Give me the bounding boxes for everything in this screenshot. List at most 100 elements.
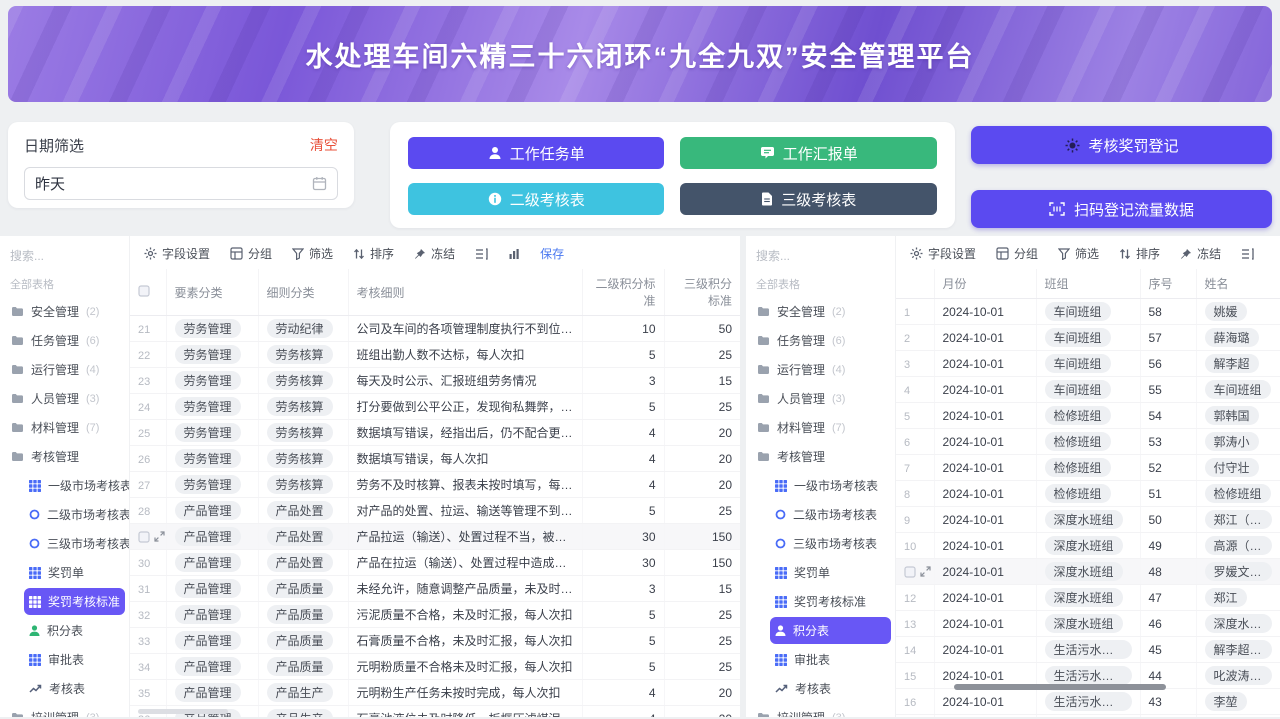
level3-assessment-button[interactable]: 三级考核表 [680,183,937,215]
sidebar-item-培训管理[interactable]: 培训管理(3) [752,704,891,717]
sidebar-item-人员管理[interactable]: 人员管理(3) [6,385,125,412]
table-row[interactable]: 26劳务管理劳务核算数据填写错误，每人次扣420 [130,446,740,472]
sidebar-item-安全管理[interactable]: 安全管理(2) [6,298,125,325]
sidebar-item-奖罚单[interactable]: 奖罚单 [770,559,891,586]
col-header-score3[interactable]: 三级积分标准 [664,269,740,316]
tree-search-input[interactable]: 搜索... [6,244,125,270]
table-row[interactable]: 33产品管理产品质量石膏质量不合格，未及时汇报，每人次扣525 [130,628,740,654]
sidebar-item-材料管理[interactable]: 材料管理(7) [6,414,125,441]
table-row[interactable]: 62024-10-01检修班组53郭涛小 [896,429,1280,455]
table-row[interactable]: 32产品管理产品质量污泥质量不合格，未及时汇报，每人次扣525 [130,602,740,628]
tool-筛选[interactable]: 筛选 [292,245,333,262]
tool-chart-bar-icon[interactable] [508,248,520,260]
table-row[interactable]: 24劳务管理劳务核算打分要做到公平公正，发现徇私舞弊，打人情分，每人次扣525 [130,394,740,420]
tool-排序[interactable]: 排序 [353,245,394,262]
table-row[interactable]: 92024-10-01深度水班组50郑江（运） [896,507,1280,533]
table-row[interactable]: 34产品管理产品质量元明粉质量不合格未及时汇报，每人次扣525 [130,654,740,680]
table-row[interactable]: 28产品管理产品处置对产品的处置、拉运、输送等管理不到位，每人次扣525 [130,498,740,524]
work-task-button[interactable]: 工作任务单 [408,137,665,169]
level2-assessment-button[interactable]: 二级考核表 [408,183,665,215]
folder-icon [11,306,24,317]
col-header-score2[interactable]: 二级积分标准 [582,269,664,316]
tool-筛选[interactable]: 筛选 [1058,245,1099,262]
tool-字段设置[interactable]: 字段设置 [910,245,976,262]
tool-row-height-icon[interactable] [1241,248,1254,260]
sidebar-item-任务管理[interactable]: 任务管理(6) [6,327,125,354]
tool-冻结[interactable]: 冻结 [1180,245,1221,262]
sidebar-item-考核管理[interactable]: 考核管理 [752,443,891,470]
table-row[interactable]: 132024-10-01深度水班组46深度水班组 [896,611,1280,637]
col-header-subcategory[interactable]: 细则分类 [258,269,348,316]
sidebar-item-一级市场考核表[interactable]: 一级市场考核表 [770,472,891,499]
sidebar-item-二级市场考核表[interactable]: 二级市场考核表 [770,501,891,528]
clear-filter-button[interactable]: 清空 [310,135,338,156]
sidebar-item-审批表[interactable]: 审批表 [24,646,125,673]
select-all-checkbox[interactable] [130,269,166,316]
table-row[interactable]: 82024-10-01检修班组51检修班组 [896,481,1280,507]
tool-冻结[interactable]: 冻结 [414,245,455,262]
table-row[interactable]: 102024-10-01深度水班组49高源（深） [896,533,1280,559]
sidebar-item-三级市场考核表[interactable]: 三级市场考核表 [770,530,891,557]
sidebar-item-安全管理[interactable]: 安全管理(2) [752,298,891,325]
col-header-month[interactable]: 月份 [934,269,1036,299]
table-row[interactable]: 32024-10-01车间班组56解李超 [896,351,1280,377]
sidebar-item-人员管理[interactable]: 人员管理(3) [752,385,891,412]
sidebar-item-积分表[interactable]: 积分表 [770,617,891,644]
sidebar-item-考核管理[interactable]: 考核管理 [6,443,125,470]
sidebar-item-三级市场考核表[interactable]: 三级市场考核表 [24,530,125,557]
table-row[interactable]: 31产品管理产品质量未经允许，随意调整产品质量，未及时汇报，每人次扣315 [130,576,740,602]
table-row[interactable]: 22劳务管理劳务核算班组出勤人数不达标，每人次扣525 [130,342,740,368]
tool-row-height-icon[interactable] [475,248,488,260]
horizontal-scrollbar[interactable] [954,684,1166,690]
sidebar-item-任务管理[interactable]: 任务管理(6) [752,327,891,354]
tool-字段设置[interactable]: 字段设置 [144,245,210,262]
work-report-button[interactable]: 工作汇报单 [680,137,937,169]
table-row[interactable]: 42024-10-01车间班组55车间班组 [896,377,1280,403]
save-button[interactable]: 保存 [540,245,564,262]
table-row[interactable]: 142024-10-01生活污水处理...45解李超（生活） [896,637,1280,663]
sidebar-item-考核表[interactable]: 考核表 [24,675,125,702]
table-row[interactable]: 72024-10-01检修班组52付守壮 [896,455,1280,481]
sidebar-item-运行管理[interactable]: 运行管理(4) [6,356,125,383]
table-row[interactable]: 122024-10-01深度水班组47郑江 [896,585,1280,611]
table-row[interactable]: 12024-10-01车间班组58姚媛 [896,299,1280,325]
table-row[interactable]: 22024-10-01车间班组57薛海璐 [896,325,1280,351]
col-header-serial[interactable]: 序号 [1140,269,1196,299]
sidebar-item-运行管理[interactable]: 运行管理(4) [752,356,891,383]
sidebar-item-奖罚考核标准[interactable]: 奖罚考核标准 [24,588,125,615]
table-row[interactable]: 162024-10-01生活污水处理...43李堃 [896,689,1280,715]
table-row[interactable]: 27劳务管理劳务核算劳务不及时核算、报表未按时填写，每人次扣420 [130,472,740,498]
sidebar-item-奖罚单[interactable]: 奖罚单 [24,559,125,586]
col-header-rule[interactable]: 考核细则 [348,269,582,316]
sidebar-item-审批表[interactable]: 审批表 [770,646,891,673]
col-header-name[interactable]: 姓名 [1196,269,1280,299]
sidebar-item-材料管理[interactable]: 材料管理(7) [752,414,891,441]
table-row[interactable]: 172024-10-01生活污水处理...42郭涛涛 [896,715,1280,718]
col-header-category[interactable]: 要素分类 [166,269,258,316]
sidebar-item-培训管理[interactable]: 培训管理(3) [6,704,125,717]
tree-search-input[interactable]: 搜索... [752,244,891,270]
sidebar-item-二级市场考核表[interactable]: 二级市场考核表 [24,501,125,528]
sidebar-item-label: 材料管理 [31,419,79,436]
horizontal-scrollbar[interactable] [138,709,228,714]
tool-分组[interactable]: 分组 [230,245,272,262]
sidebar-item-积分表[interactable]: 积分表 [24,617,125,644]
scan-flow-data-button[interactable]: 扫码登记流量数据 [971,190,1272,228]
reward-penalty-register-button[interactable]: 考核奖罚登记 [971,126,1272,164]
table-row[interactable]: 30产品管理产品处置产品在拉运（输送）、处置过程中造成环保事故，每人次扣3015… [130,550,740,576]
table-row[interactable]: 产品管理产品处置产品拉运（输送）、处置过程不当，被公司或相关部门处罚，每人次扣3… [130,524,740,550]
sidebar-item-奖罚考核标准[interactable]: 奖罚考核标准 [770,588,891,615]
date-input[interactable]: 昨天 [24,167,338,200]
table-row[interactable]: 23劳务管理劳务核算每天及时公示、汇报班组劳务情况315 [130,368,740,394]
col-header-team[interactable]: 班组 [1036,269,1140,299]
table-row[interactable]: 25劳务管理劳务核算数据填写错误，经指出后，仍不配合更正，每人次扣420 [130,420,740,446]
table-row[interactable]: 2024-10-01深度水班组48罗媛文（深） [896,559,1280,585]
table-row[interactable]: 35产品管理产品生产元明粉生产任务未按时完成，每人次扣420 [130,680,740,706]
sidebar-item-一级市场考核表[interactable]: 一级市场考核表 [24,472,125,499]
sidebar-item-考核表[interactable]: 考核表 [770,675,891,702]
tool-排序[interactable]: 排序 [1119,245,1160,262]
table-row[interactable]: 52024-10-01检修班组54郭韩国 [896,403,1280,429]
tool-分组[interactable]: 分组 [996,245,1038,262]
team-badge: 检修班组 [1045,406,1111,425]
table-row[interactable]: 21劳务管理劳动纪律公司及车间的各项管理制度执行不到位，每人次扣1050 [130,316,740,342]
